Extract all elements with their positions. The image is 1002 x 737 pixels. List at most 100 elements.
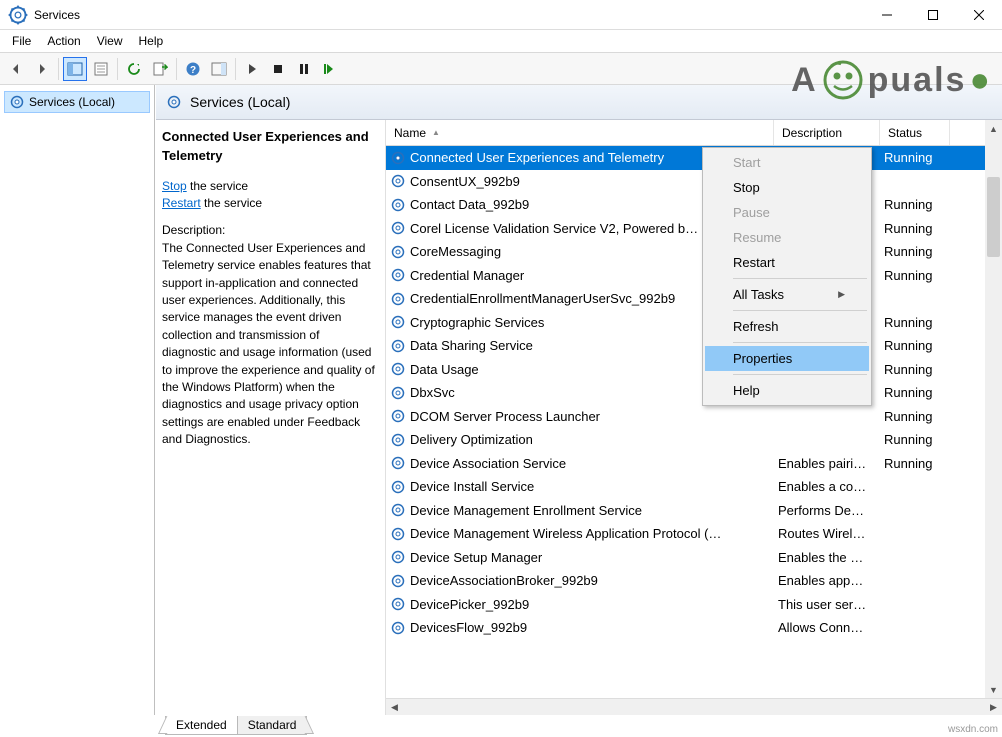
service-name: DevicesFlow_992b9 bbox=[410, 620, 527, 635]
service-row[interactable]: DevicePicker_992b9This user ser… bbox=[386, 593, 1002, 617]
service-status bbox=[880, 602, 950, 606]
export-list-button[interactable] bbox=[148, 57, 172, 81]
context-menu-separator bbox=[733, 342, 867, 343]
service-row[interactable]: ConsentUX_992b9 bbox=[386, 170, 1002, 194]
service-row[interactable]: Device Management Wireless Application P… bbox=[386, 522, 1002, 546]
gear-icon bbox=[390, 526, 406, 542]
gear-icon bbox=[390, 620, 406, 636]
submenu-arrow-icon: ▶ bbox=[838, 289, 845, 300]
gear-icon bbox=[390, 197, 406, 213]
context-menu-help[interactable]: Help bbox=[705, 378, 869, 403]
list-rows: Connected User Experiences and Telemetry… bbox=[386, 146, 1002, 698]
gear-icon bbox=[390, 455, 406, 471]
service-name: DeviceAssociationBroker_992b9 bbox=[410, 573, 598, 588]
service-name: Cryptographic Services bbox=[410, 315, 544, 330]
service-row[interactable]: Cryptographic ServicesRunning bbox=[386, 311, 1002, 335]
service-row[interactable]: DeviceAssociationBroker_992b9Enables app… bbox=[386, 569, 1002, 593]
service-row[interactable]: Data Sharing ServiceRunning bbox=[386, 334, 1002, 358]
stop-service-button[interactable] bbox=[266, 57, 290, 81]
service-name: Data Usage bbox=[410, 362, 479, 377]
menu-help[interactable]: Help bbox=[131, 32, 172, 50]
stop-tail: the service bbox=[187, 179, 248, 193]
nav-forward-button[interactable] bbox=[30, 57, 54, 81]
show-hide-tree-button[interactable] bbox=[63, 57, 87, 81]
menu-view[interactable]: View bbox=[89, 32, 131, 50]
service-name: DCOM Server Process Launcher bbox=[410, 409, 600, 424]
service-row[interactable]: Contact Data_992b9Running bbox=[386, 193, 1002, 217]
gear-icon bbox=[390, 549, 406, 565]
nav-back-button[interactable] bbox=[4, 57, 28, 81]
service-row[interactable]: Device Setup ManagerEnables the … bbox=[386, 546, 1002, 570]
scroll-up-arrow[interactable]: ▲ bbox=[985, 120, 1002, 137]
sort-asc-icon: ▲ bbox=[432, 128, 440, 137]
service-status bbox=[880, 508, 950, 512]
context-menu-refresh[interactable]: Refresh bbox=[705, 314, 869, 339]
service-row[interactable]: Credential ManagerRunning bbox=[386, 264, 1002, 288]
refresh-button[interactable] bbox=[122, 57, 146, 81]
close-button[interactable] bbox=[956, 0, 1002, 30]
gear-icon bbox=[390, 314, 406, 330]
service-name: Contact Data_992b9 bbox=[410, 197, 529, 212]
service-status bbox=[880, 555, 950, 559]
service-row[interactable]: Device Management Enrollment ServicePerf… bbox=[386, 499, 1002, 523]
service-description: Performs De… bbox=[774, 501, 880, 520]
vertical-scrollbar[interactable]: ▲ ▼ bbox=[985, 120, 1002, 698]
context-menu-restart[interactable]: Restart bbox=[705, 250, 869, 275]
service-name: ConsentUX_992b9 bbox=[410, 174, 520, 189]
service-status: Running bbox=[880, 336, 950, 355]
gear-icon bbox=[390, 479, 406, 495]
service-row[interactable]: DbxSvcRunning bbox=[386, 381, 1002, 405]
service-status: Running bbox=[880, 219, 950, 238]
start-service-button[interactable] bbox=[240, 57, 264, 81]
service-status: Running bbox=[880, 266, 950, 285]
service-row[interactable]: Device Association ServiceEnables pairi…… bbox=[386, 452, 1002, 476]
right-pane: Services (Local) Connected User Experien… bbox=[155, 85, 1002, 715]
service-status bbox=[880, 485, 950, 489]
service-status bbox=[880, 179, 950, 183]
properties-button[interactable] bbox=[89, 57, 113, 81]
service-name: DbxSvc bbox=[410, 385, 455, 400]
context-menu-label: Restart bbox=[733, 255, 775, 270]
tab-standard[interactable]: Standard bbox=[237, 716, 308, 735]
action-pane-button[interactable] bbox=[207, 57, 231, 81]
service-row[interactable]: Delivery OptimizationRunning bbox=[386, 428, 1002, 452]
service-status bbox=[880, 297, 950, 301]
service-description bbox=[774, 438, 880, 442]
service-row[interactable]: DevicesFlow_992b9Allows Conn… bbox=[386, 616, 1002, 640]
context-menu-all-tasks[interactable]: All Tasks▶ bbox=[705, 282, 869, 307]
stop-link[interactable]: Stop bbox=[162, 179, 187, 193]
service-row[interactable]: CoreMessagingRunning bbox=[386, 240, 1002, 264]
service-row[interactable]: Connected User Experiences and Telemetry… bbox=[386, 146, 1002, 170]
tab-extended[interactable]: Extended bbox=[165, 716, 238, 735]
service-name: Device Management Wireless Application P… bbox=[410, 526, 721, 541]
service-row[interactable]: CredentialEnrollmentManagerUserSvc_992b9 bbox=[386, 287, 1002, 311]
gear-icon bbox=[390, 150, 406, 166]
context-menu-properties[interactable]: Properties bbox=[705, 346, 869, 371]
column-header-name[interactable]: Name▲ bbox=[386, 120, 774, 145]
pane-header-title: Services (Local) bbox=[190, 94, 290, 110]
service-row[interactable]: DCOM Server Process LauncherRunning bbox=[386, 405, 1002, 429]
scroll-down-arrow[interactable]: ▼ bbox=[985, 681, 1002, 698]
maximize-button[interactable] bbox=[910, 0, 956, 30]
scroll-thumb[interactable] bbox=[987, 177, 1000, 257]
tree-node-services-local[interactable]: Services (Local) bbox=[4, 91, 150, 113]
service-row[interactable]: Device Install ServiceEnables a co… bbox=[386, 475, 1002, 499]
service-description bbox=[774, 414, 880, 418]
service-name: Corel License Validation Service V2, Pow… bbox=[410, 221, 698, 236]
service-row[interactable]: Data UsageRunning bbox=[386, 358, 1002, 382]
gear-icon bbox=[390, 267, 406, 283]
column-header-status[interactable]: Status bbox=[880, 120, 950, 145]
restart-link[interactable]: Restart bbox=[162, 196, 201, 210]
restart-service-button[interactable] bbox=[318, 57, 342, 81]
pause-service-button[interactable] bbox=[292, 57, 316, 81]
context-menu-stop[interactable]: Stop bbox=[705, 175, 869, 200]
menu-file[interactable]: File bbox=[4, 32, 39, 50]
context-menu-label: Properties bbox=[733, 351, 792, 366]
description-text: The Connected User Experiences and Telem… bbox=[162, 240, 375, 449]
service-name: Device Association Service bbox=[410, 456, 566, 471]
help-button[interactable]: ? bbox=[181, 57, 205, 81]
menu-action[interactable]: Action bbox=[39, 32, 88, 50]
column-header-description[interactable]: Description bbox=[774, 120, 880, 145]
service-row[interactable]: Corel License Validation Service V2, Pow… bbox=[386, 217, 1002, 241]
minimize-button[interactable] bbox=[864, 0, 910, 30]
